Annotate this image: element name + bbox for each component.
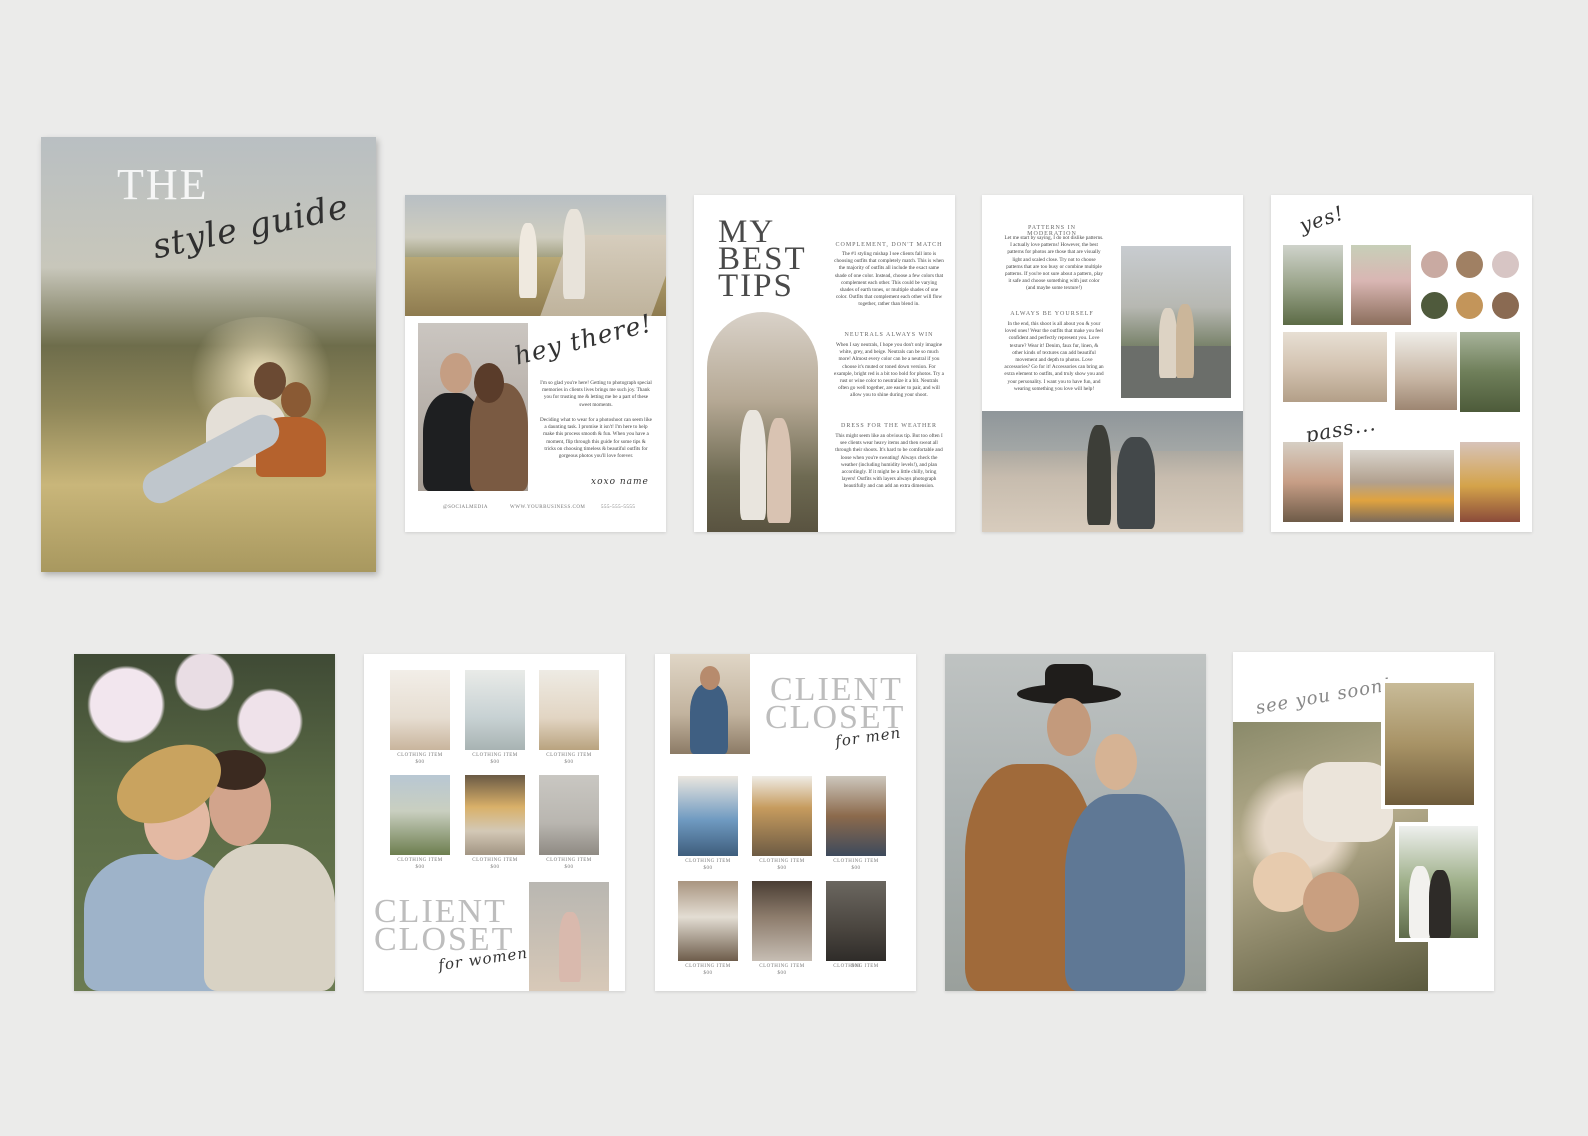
blossom-couple-photo [74, 654, 335, 991]
men-hero-photo [670, 654, 750, 754]
page-patterns: PATTERNS IN MODERATION Let me start by s… [982, 195, 1243, 532]
yes-photo-4 [1395, 332, 1457, 410]
men-item-price-2: $00 [777, 866, 787, 871]
cover-couple [136, 362, 336, 532]
sea-couple-photo [945, 654, 1206, 991]
men-item-price-6: $00 [851, 964, 861, 969]
yes-label: yes! [1296, 200, 1348, 238]
page-best-tips: MY BEST TIPS COMPLEMENT, DON'T MATCH The… [694, 195, 955, 532]
women-item-photo-2 [465, 670, 525, 750]
men-item-photo-6 [826, 881, 886, 961]
tips-h3: DRESS FOR THE WEATHER [841, 423, 937, 429]
women-item-photo-5 [465, 775, 525, 855]
tips-p3: This might seem like an obvious tip. But… [835, 433, 943, 490]
swatch-5 [1456, 292, 1483, 319]
hey-heading: hey there! [511, 308, 656, 371]
yes-photo-3 [1283, 332, 1387, 402]
women-item-price-6: $00 [564, 865, 574, 870]
end-bottom-right-photo [1395, 822, 1482, 942]
women-item-photo-3 [539, 670, 599, 750]
men-item-photo-4 [678, 881, 738, 961]
tips-title: MY BEST TIPS [718, 214, 807, 305]
end-heading: see you soon! [1254, 674, 1394, 719]
end-top-right-photo [1381, 679, 1478, 809]
pass-photo-3 [1460, 442, 1520, 522]
mockup-canvas: { "cover": { "title_the": "THE", "title_… [0, 0, 1588, 1136]
pass-photo-2 [1350, 450, 1454, 522]
men-item-price-5: $00 [777, 971, 787, 976]
men-item-price-4: $00 [703, 971, 713, 976]
page-sea-photo [945, 654, 1206, 991]
men-item-label-1: CLOTHING ITEM [685, 859, 731, 864]
women-item-price-5: $00 [490, 865, 500, 870]
hey-footer-phone: 555-555-5555 [601, 505, 636, 510]
women-item-label-6: CLOTHING ITEM [546, 858, 592, 863]
women-item-price-4: $00 [415, 865, 425, 870]
men-item-price-1: $00 [703, 866, 713, 871]
women-item-label-4: CLOTHING ITEM [397, 858, 443, 863]
women-beach-photo [529, 882, 609, 991]
hey-footer-web: WWW.YOURBUSINESS.COM [510, 505, 586, 510]
page-yes-pass: yes! pass... [1271, 195, 1532, 532]
men-item-label-3: CLOTHING ITEM [833, 859, 879, 864]
page-closet-women: CLOTHING ITEM $00 CLOTHING ITEM $00 CLOT… [364, 654, 625, 991]
tips-p1: The #1 styling mishap I see clients fall… [834, 251, 944, 308]
patterns-p2: In the end, this shoot is all about you … [1004, 321, 1104, 392]
tips-h2: NEUTRALS ALWAYS WIN [844, 332, 934, 338]
women-item-label-1: CLOTHING ITEM [397, 753, 443, 758]
tips-arch-photo [707, 312, 818, 532]
page-hey-there: hey there! I'm so glad you're here! Gett… [405, 195, 666, 532]
swatch-2 [1456, 251, 1483, 278]
swatch-1 [1421, 251, 1448, 278]
patterns-beach-photo [982, 411, 1243, 532]
men-item-label-4: CLOTHING ITEM [685, 964, 731, 969]
cover-page: THE style guide [41, 137, 376, 572]
women-item-label-3: CLOTHING ITEM [546, 753, 592, 758]
yes-photo-5 [1460, 332, 1520, 412]
patterns-city-photo [1121, 246, 1231, 398]
yes-photo-1 [1283, 245, 1343, 325]
women-item-photo-4 [390, 775, 450, 855]
men-item-photo-3 [826, 776, 886, 856]
swatch-3 [1492, 251, 1519, 278]
men-item-photo-2 [752, 776, 812, 856]
hey-para-2: Deciding what to wear for a photoshoot c… [540, 417, 652, 460]
hey-couple-photo [418, 323, 528, 491]
men-item-label-5: CLOTHING ITEM [759, 964, 805, 969]
tips-p2: When I say neutrals, I hope you don't on… [834, 342, 944, 399]
men-item-label-2: CLOTHING ITEM [759, 859, 805, 864]
page-blossom-photo [74, 654, 335, 991]
hey-signature: xoxo name [591, 477, 649, 487]
patterns-h2: ALWAYS BE YOURSELF [1010, 311, 1094, 317]
women-item-label-5: CLOTHING ITEM [472, 858, 518, 863]
cover-title-the: THE [117, 160, 209, 209]
women-item-price-1: $00 [415, 760, 425, 765]
hat-crown [1045, 664, 1093, 694]
swatch-4 [1421, 292, 1448, 319]
pass-photo-1 [1283, 442, 1343, 522]
hey-para-1: I'm so glad you're here! Getting to phot… [540, 380, 652, 408]
hey-footer-social: @SOCIALMEDIA [443, 505, 489, 510]
women-item-photo-1 [390, 670, 450, 750]
men-item-photo-1 [678, 776, 738, 856]
men-item-photo-5 [752, 881, 812, 961]
hey-top-photo [405, 195, 666, 316]
women-item-price-3: $00 [564, 760, 574, 765]
women-item-price-2: $00 [490, 760, 500, 765]
page-closet-men: CLIENT CLOSET for men CLOTHING ITEM $00 … [655, 654, 916, 991]
yes-photo-2 [1351, 245, 1411, 325]
patterns-p1: Let me start by saying, I do not dislike… [1004, 235, 1104, 292]
men-item-price-3: $00 [851, 866, 861, 871]
tips-h1: COMPLEMENT, DON'T MATCH [835, 242, 943, 248]
page-see-you-soon: see you soon! [1233, 652, 1494, 991]
swatch-6 [1492, 292, 1519, 319]
women-item-label-2: CLOTHING ITEM [472, 753, 518, 758]
women-item-photo-6 [539, 775, 599, 855]
